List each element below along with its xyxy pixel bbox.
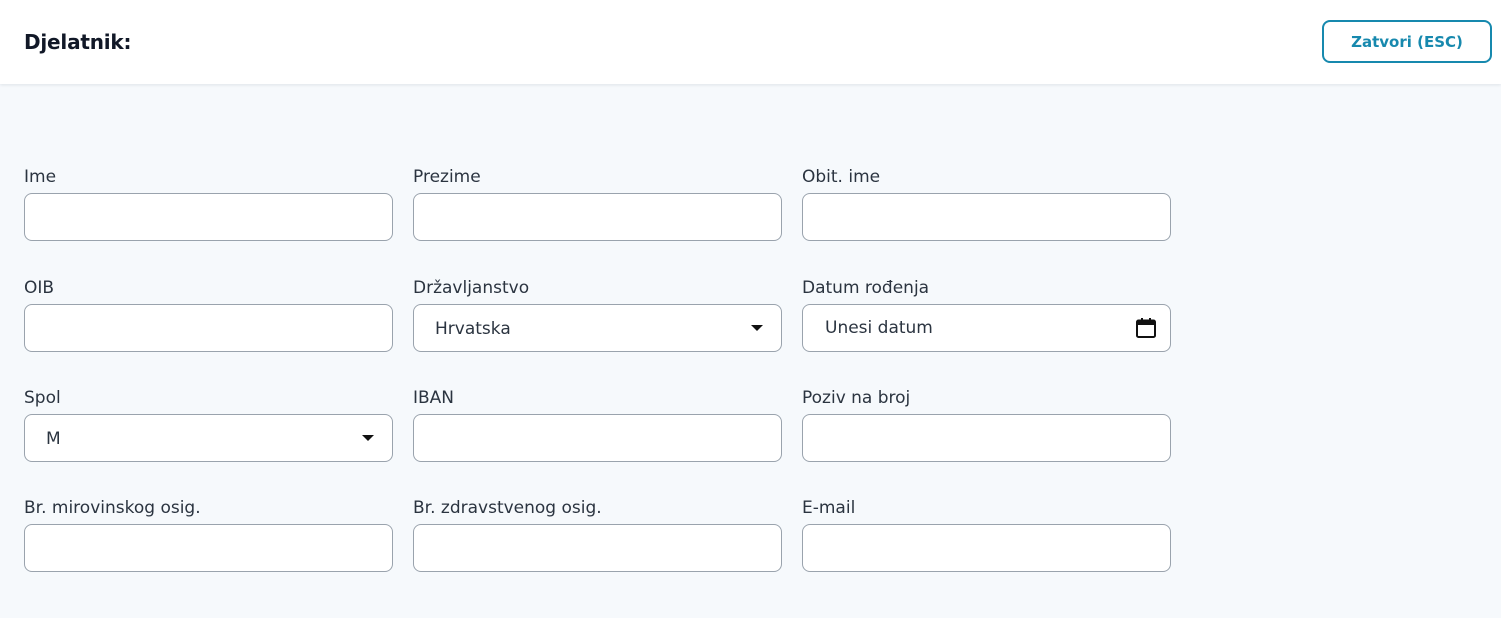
spol-label: Spol (24, 388, 61, 408)
oib-field-box (24, 304, 393, 352)
email-field-box (802, 524, 1171, 572)
obit-ime-input[interactable] (803, 194, 1170, 240)
datum-rodenja-label: Datum rođenja (802, 278, 930, 298)
prezime-field-box (413, 193, 782, 241)
oib-label: OIB (24, 278, 55, 298)
ime-field-box (24, 193, 393, 241)
obit-ime-field-box (802, 193, 1171, 241)
email-label: E-mail (802, 498, 856, 518)
br-zdravstvenog-input[interactable] (414, 525, 781, 571)
iban-field-box (413, 414, 782, 462)
close-button[interactable]: Zatvori (ESC) (1322, 20, 1492, 63)
spol-selected-value: M (46, 429, 61, 449)
poziv-na-broj-field-box (802, 414, 1171, 462)
email-input[interactable] (803, 525, 1170, 571)
br-mirovinskog-input[interactable] (25, 525, 392, 571)
drzavljanstvo-label: Državljanstvo (413, 278, 530, 298)
poziv-na-broj-label: Poziv na broj (802, 388, 911, 408)
br-mirovinskog-field-box (24, 524, 393, 572)
caret-down-icon (362, 435, 374, 441)
ime-input[interactable] (25, 194, 392, 240)
oib-input[interactable] (25, 305, 392, 351)
iban-input[interactable] (414, 415, 781, 461)
page-title: Djelatnik: (24, 30, 132, 54)
datum-rodenja-picker[interactable] (802, 304, 1171, 352)
drzavljanstvo-selected-value: Hrvatska (435, 319, 511, 339)
datum-rodenja-input[interactable] (803, 305, 1170, 351)
obit-ime-label: Obit. ime (802, 167, 881, 187)
spol-select[interactable]: M (24, 414, 393, 462)
iban-label: IBAN (413, 388, 455, 408)
br-zdravstvenog-label: Br. zdravstvenog osig. (413, 498, 602, 518)
drzavljanstvo-select[interactable]: Hrvatska (413, 304, 782, 352)
calendar-icon[interactable] (1135, 317, 1157, 339)
prezime-label: Prezime (413, 167, 481, 187)
caret-down-icon (751, 325, 763, 331)
br-mirovinskog-label: Br. mirovinskog osig. (24, 498, 201, 518)
br-zdravstvenog-field-box (413, 524, 782, 572)
page-header: Djelatnik: Zatvori (ESC) (0, 0, 1501, 84)
ime-label: Ime (24, 167, 57, 187)
poziv-na-broj-input[interactable] (803, 415, 1170, 461)
prezime-input[interactable] (414, 194, 781, 240)
